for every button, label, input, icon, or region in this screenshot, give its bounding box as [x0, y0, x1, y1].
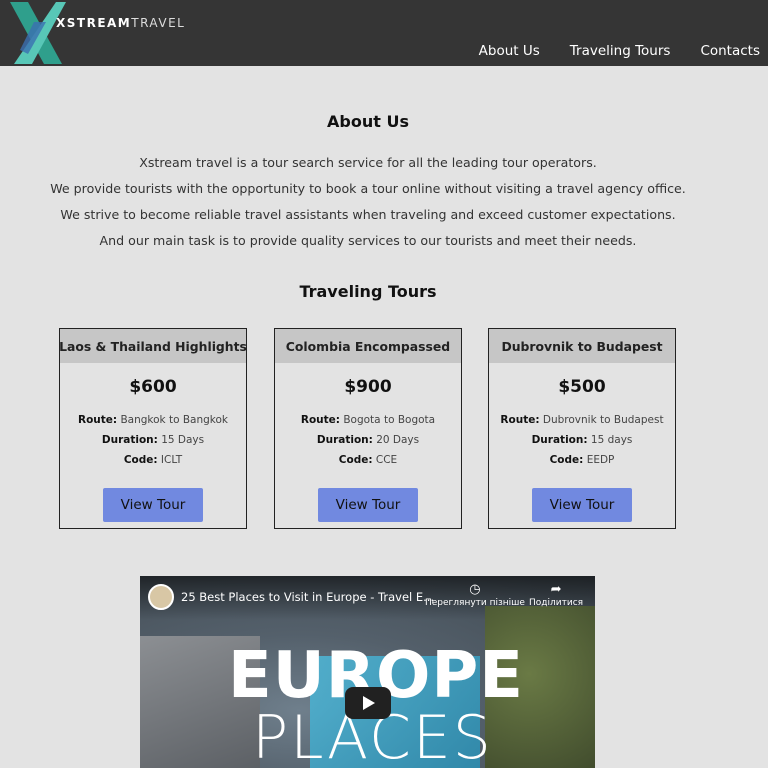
about-line: We strive to become reliable travel assi…	[60, 207, 676, 222]
tour-card: Laos & Thailand Highlights $600 Route: B…	[59, 328, 247, 529]
duration-label: Duration:	[101, 434, 158, 446]
share-icon: ➦	[550, 582, 562, 597]
route-label: Route:	[300, 414, 340, 426]
duration-label: Duration:	[316, 434, 373, 446]
tour-price: $900	[344, 377, 392, 397]
brand-name-bold: XSTREAM	[56, 16, 132, 30]
nav-about-us[interactable]: About Us	[479, 43, 540, 59]
nav-contacts[interactable]: Contacts	[700, 43, 760, 59]
tour-name: Dubrovnik to Budapest	[489, 329, 675, 363]
share-button[interactable]: ➦ Поділитися	[529, 582, 583, 608]
share-label: Поділитися	[529, 598, 584, 608]
duration-label: Duration:	[531, 434, 588, 446]
xstream-logo-icon[interactable]	[6, 2, 66, 64]
brand-name[interactable]: XSTREAMTRAVEL	[56, 16, 185, 30]
video-title[interactable]: 25 Best Places to Visit in Europe - Trav…	[181, 590, 434, 604]
embedded-video[interactable]: 25 Best Places to Visit in Europe - Trav…	[140, 576, 595, 768]
tour-code: CCE	[375, 454, 398, 466]
tour-details: Route: Bangkok to Bangkok Duration: 15 D…	[60, 410, 246, 470]
view-tour-button[interactable]: View Tour	[318, 488, 418, 522]
route-label: Route:	[77, 414, 118, 426]
tour-price: $600	[129, 377, 177, 397]
clock-icon: ◷	[469, 582, 481, 597]
tour-duration: 20 Days	[376, 434, 420, 446]
watch-later-label: Переглянути пізніше	[425, 598, 525, 608]
brand-name-light: TRAVEL	[131, 16, 186, 30]
tour-details: Route: Dubrovnik to Budapest Duration: 1…	[489, 410, 675, 470]
about-line: And our main task is to provide quality …	[99, 233, 637, 248]
about-line: We provide tourists with the opportunity…	[50, 181, 686, 196]
site-header: XSTREAMTRAVEL About Us Traveling Tours C…	[0, 0, 768, 66]
tour-card: Colombia Encompassed $900 Route: Bogota …	[274, 328, 462, 529]
tour-route: Dubrovnik to Budapest	[542, 414, 664, 426]
channel-avatar[interactable]	[148, 584, 174, 610]
tours-title: Traveling Tours	[299, 282, 437, 301]
tour-duration: 15 Days	[161, 434, 205, 446]
tour-route: Bangkok to Bangkok	[120, 414, 229, 426]
main-nav: About Us Traveling Tours Contacts	[479, 43, 760, 59]
play-button-icon[interactable]	[345, 687, 391, 719]
tour-code: ICLT	[160, 454, 183, 466]
tour-duration: 15 days	[590, 434, 633, 446]
code-label: Code:	[123, 454, 158, 466]
tour-name: Colombia Encompassed	[275, 329, 461, 363]
about-text: Xstream travel is a tour search service …	[0, 150, 736, 254]
about-title: About Us	[327, 112, 409, 131]
tour-code: EEDP	[586, 454, 615, 466]
about-line: Xstream travel is a tour search service …	[139, 155, 597, 170]
tour-route: Bogota to Bogota	[343, 414, 436, 426]
route-label: Route:	[500, 414, 540, 426]
view-tour-button[interactable]: View Tour	[103, 488, 203, 522]
tour-card: Dubrovnik to Budapest $500 Route: Dubrov…	[488, 328, 676, 529]
watch-later-button[interactable]: ◷ Переглянути пізніше	[425, 582, 525, 608]
tour-details: Route: Bogota to Bogota Duration: 20 Day…	[275, 410, 461, 470]
tour-price: $500	[558, 377, 606, 397]
view-tour-button[interactable]: View Tour	[532, 488, 632, 522]
code-label: Code:	[549, 454, 584, 466]
code-label: Code:	[338, 454, 373, 466]
tour-name: Laos & Thailand Highlights	[59, 329, 247, 363]
nav-traveling-tours[interactable]: Traveling Tours	[570, 43, 671, 59]
